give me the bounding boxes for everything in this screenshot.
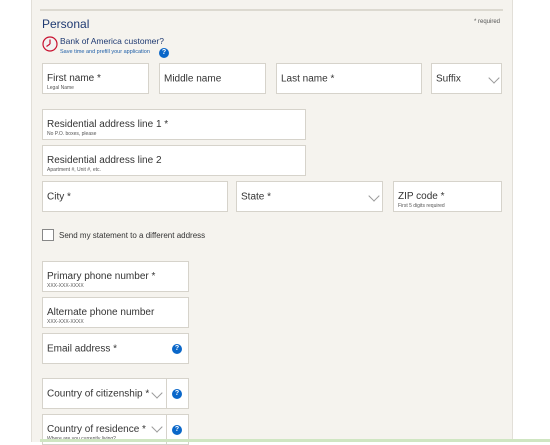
chevron-down-icon	[151, 421, 163, 433]
zip-code-field[interactable]: ZIP code * First 5 digits required	[393, 181, 502, 212]
question-circle-icon[interactable]: ?	[172, 389, 182, 399]
first-name-label: First name *	[47, 73, 101, 84]
address-line-1-field[interactable]: Residential address line 1 * No P.O. box…	[42, 109, 306, 140]
chevron-down-icon	[368, 190, 380, 202]
suffix-label: Suffix	[436, 73, 461, 84]
email-field[interactable]: Email address * ?	[42, 333, 189, 364]
question-circle-icon[interactable]: ?	[172, 425, 182, 435]
chevron-down-icon	[151, 387, 163, 399]
citizenship-select[interactable]: Country of citizenship * ?	[42, 378, 189, 409]
clock-icon[interactable]	[42, 36, 58, 52]
city-label: City *	[47, 191, 71, 202]
customer-prompt-title: Bank of America customer?	[60, 36, 164, 46]
residence-label: Country of residence *	[47, 424, 146, 435]
first-name-field[interactable]: First name * Legal Name	[42, 63, 149, 94]
zip-code-label: ZIP code *	[398, 191, 445, 202]
state-select[interactable]: State *	[236, 181, 383, 212]
address-line-2-hint: Apartment #, Unit #, etc.	[47, 167, 101, 173]
different-address-label[interactable]: Send my statement to a different address	[59, 231, 205, 240]
address-line-2-label: Residential address line 2	[47, 155, 162, 166]
state-label: State *	[241, 191, 272, 202]
citizenship-label: Country of citizenship *	[47, 388, 150, 399]
alternate-phone-field[interactable]: Alternate phone number XXX-XXX-XXXX	[42, 297, 189, 328]
chevron-down-icon	[488, 72, 500, 84]
alternate-phone-label: Alternate phone number	[47, 307, 155, 318]
select-divider	[166, 379, 167, 408]
middle-name-field[interactable]: Middle name	[159, 63, 266, 94]
city-field[interactable]: City *	[42, 181, 228, 212]
primary-phone-label: Primary phone number *	[47, 271, 156, 282]
last-name-label: Last name *	[281, 73, 335, 84]
zip-code-hint: First 5 digits required	[398, 203, 445, 209]
prefill-link[interactable]: Save time and prefill your application	[60, 49, 150, 55]
last-name-field[interactable]: Last name *	[276, 63, 422, 94]
primary-phone-hint: XXX-XXX-XXXX	[47, 283, 84, 289]
question-circle-icon[interactable]: ?	[159, 48, 169, 58]
middle-name-label: Middle name	[164, 73, 222, 84]
section-title: Personal	[42, 17, 90, 31]
suffix-select[interactable]: Suffix	[431, 63, 502, 94]
question-circle-icon[interactable]: ?	[172, 344, 182, 354]
different-address-checkbox[interactable]	[42, 229, 54, 241]
email-label: Email address *	[47, 343, 118, 354]
address-line-1-label: Residential address line 1 *	[47, 119, 169, 130]
primary-phone-field[interactable]: Primary phone number * XXX-XXX-XXXX	[42, 261, 189, 292]
required-note: * required	[474, 19, 501, 25]
address-line-2-field[interactable]: Residential address line 2 Apartment #, …	[42, 145, 306, 176]
first-name-hint: Legal Name	[47, 85, 74, 91]
address-line-1-hint: No P.O. boxes, please	[47, 131, 97, 137]
top-divider	[40, 9, 503, 11]
alternate-phone-hint: XXX-XXX-XXXX	[47, 319, 84, 325]
